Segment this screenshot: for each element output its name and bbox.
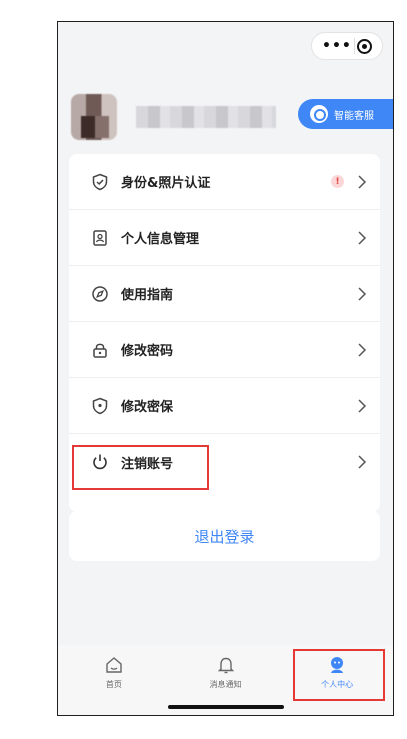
shield-icon [91,397,109,415]
tab-label: 消息通知 [209,680,242,689]
phone-screen: ••• 智能客服 身份&照片认证 ! 个人信息管理 使用指南 修改密码 修改密保… [57,21,394,716]
menu-item-label: 修改密保 [121,400,174,415]
warning-badge: ! [331,175,344,188]
menu-item-deactivate-account[interactable]: 注销账号 [69,434,380,490]
menu-item-personal-info[interactable]: 个人信息管理 [69,210,380,266]
avatar[interactable] [71,94,117,140]
more-dots-icon[interactable]: ••• [322,38,352,54]
id-card-icon [91,229,109,247]
logout-button[interactable]: 退出登录 [69,511,380,561]
username-mask [136,106,276,128]
home-icon [106,657,122,673]
menu-item-label: 使用指南 [121,288,174,303]
chevron-right-icon [358,286,367,301]
smart-service-label: 智能客服 [334,110,374,122]
chevron-right-icon [358,230,367,245]
compass-icon [91,285,109,303]
tab-home[interactable]: 首页 [58,645,170,715]
menu-item-label: 身份&照片认证 [121,176,211,191]
menu-item-identity[interactable]: 身份&照片认证 ! [69,154,380,210]
smart-service-button[interactable]: 智能客服 [298,99,393,129]
target-icon[interactable] [356,38,372,54]
mini-program-capsule: ••• [311,32,383,60]
shield-check-icon [91,173,109,191]
lock-icon [91,341,109,359]
tab-label: 首页 [105,680,122,689]
menu-item-change-password[interactable]: 修改密码 [69,322,380,378]
chevron-right-icon [358,174,367,189]
highlight-box [293,649,385,701]
menu-item-label: 修改密码 [121,344,174,359]
bell-icon [217,657,234,674]
headset-icon [310,105,328,123]
chevron-right-icon [358,455,367,469]
chevron-right-icon [358,342,367,357]
highlight-box [72,445,209,490]
capsule-divider [353,38,355,54]
chevron-right-icon [358,398,367,413]
menu-item-security-question[interactable]: 修改密保 [69,378,380,434]
settings-menu: 身份&照片认证 ! 个人信息管理 使用指南 修改密码 修改密保 注销账号 [69,154,380,512]
home-indicator [168,705,284,709]
menu-item-label: 个人信息管理 [121,232,200,247]
menu-item-guide[interactable]: 使用指南 [69,266,380,322]
